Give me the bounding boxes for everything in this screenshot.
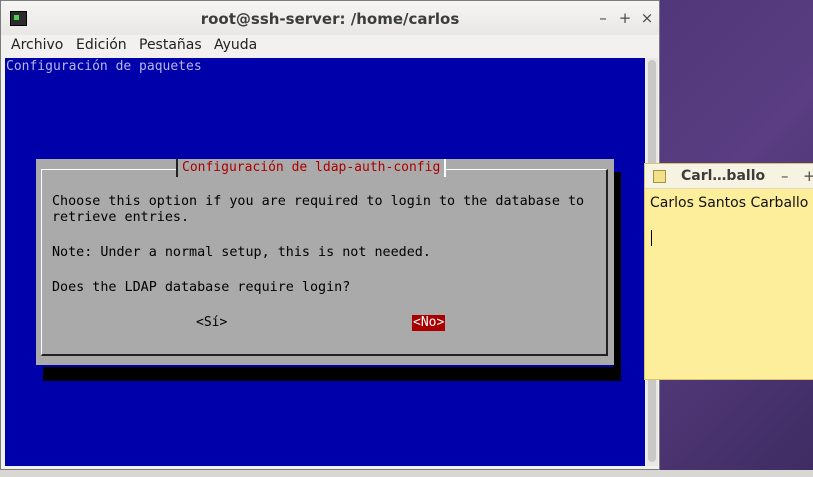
menu-ayuda[interactable]: Ayuda: [214, 37, 257, 53]
yes-button[interactable]: <Sí>: [196, 315, 227, 331]
dialog-shadow: [43, 367, 613, 381]
minimize-button[interactable]: –: [595, 10, 611, 26]
dialog-note: Note: Under a normal setup, this is not …: [52, 245, 431, 260]
note-titlebar[interactable]: Carl…ballo – +: [645, 164, 813, 189]
note-text[interactable]: Carlos Santos Carballo: [650, 195, 808, 211]
menu-edicion[interactable]: Edición: [76, 37, 127, 53]
dialog-title: Configuración de ldap-auth-config: [176, 159, 447, 177]
sticky-note-window: Carl…ballo – + Carlos Santos Carballo: [644, 163, 813, 380]
note-icon: [653, 170, 666, 183]
window-title: root@ssh-server: /home/carlos: [200, 10, 460, 28]
note-title: Carl…ballo: [681, 168, 766, 184]
terminal-titlebar[interactable]: root@ssh-server: /home/carlos – + ×: [1, 1, 659, 36]
dialog-shadow-side: [613, 172, 621, 381]
close-button[interactable]: ×: [639, 10, 655, 26]
dialog-line-2: retrieve entries.: [52, 210, 190, 225]
note-minimize-button[interactable]: –: [781, 167, 789, 185]
terminal-header-text: Configuración de paquetes: [6, 59, 202, 74]
debconf-dialog: Configuración de ldap-auth-config Choose…: [36, 159, 614, 365]
menu-bar: Archivo Edición Pestañas Ayuda: [1, 35, 659, 57]
dialog-line-1: Choose this option if you are required t…: [52, 194, 585, 209]
text-cursor: [651, 230, 652, 246]
window-bottom-edge: [0, 470, 813, 477]
maximize-button[interactable]: +: [617, 10, 633, 26]
dialog-question: Does the LDAP database require login?: [52, 280, 351, 295]
menu-archivo[interactable]: Archivo: [11, 37, 63, 53]
no-button[interactable]: <No>: [412, 315, 446, 331]
note-maximize-button[interactable]: +: [803, 167, 813, 185]
menu-pestanas[interactable]: Pestañas: [139, 37, 202, 53]
